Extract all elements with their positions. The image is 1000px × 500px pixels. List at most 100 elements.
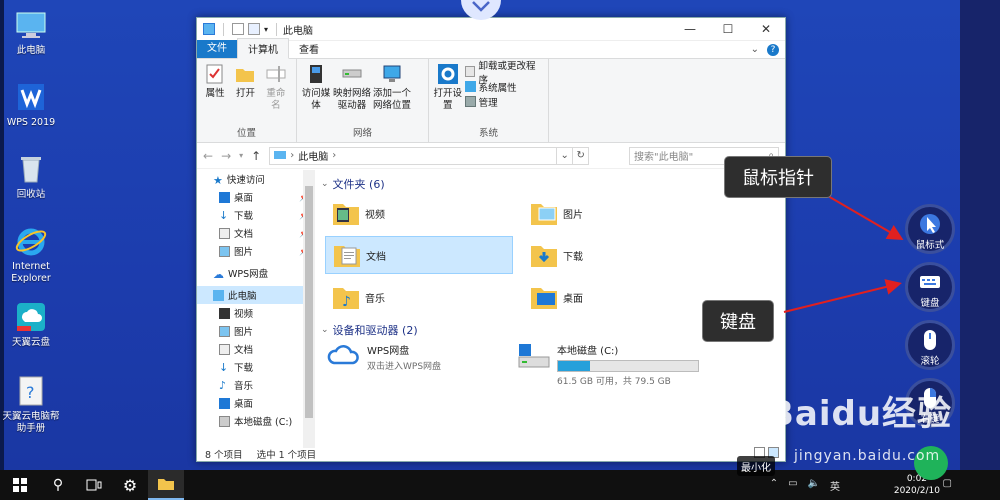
folder-documents[interactable]: 文档 xyxy=(325,236,513,274)
manage-icon xyxy=(464,96,476,107)
help-icon[interactable]: ? xyxy=(767,44,779,56)
ribbon-collapse-icon[interactable]: ⌄ xyxy=(751,44,759,56)
desktop-icon-ie[interactable]: Internet Explorer xyxy=(2,224,60,285)
map-network-drive-label: 映射网络驱动器 xyxy=(333,88,372,111)
maximize-button[interactable]: ☐ xyxy=(709,18,747,40)
refresh-icon[interactable]: ↻ xyxy=(572,147,588,164)
nav-item-pictures[interactable]: 图片📌 xyxy=(197,242,313,260)
folder-downloads[interactable]: 下载 xyxy=(523,236,711,274)
tab-file[interactable]: 文件 xyxy=(197,40,237,58)
nav-item-desktop[interactable]: 桌面📌 xyxy=(197,188,313,206)
ribbon-group-system: 打开设置 卸载或更改程序 系统属性 管理 系统 xyxy=(429,59,549,142)
explorer-window: ▾ 此电脑 — ☐ ✕ 文件 计算机 查看 ⌄ ? 属性 打开 重命名 位置 访… xyxy=(196,17,786,462)
desktop-icon-label: WPS 2019 xyxy=(6,117,56,128)
minimize-overlay-button[interactable]: 最小化 xyxy=(737,456,775,476)
back-arrow-icon[interactable]: ← xyxy=(203,149,213,163)
tab-view[interactable]: 查看 xyxy=(289,39,329,58)
rename-icon xyxy=(265,63,287,85)
breadcrumb-this-pc[interactable]: 此电脑 xyxy=(298,148,328,163)
address-dropdown-icon[interactable]: ⌄ xyxy=(556,147,572,164)
nav-pc-documents[interactable]: 文档 xyxy=(197,340,313,358)
download-icon: ↓ xyxy=(219,208,229,222)
nav-wps-drive[interactable]: ☁ WPS网盘 xyxy=(197,264,313,282)
uninstall-icon xyxy=(464,66,476,77)
search-taskbar-button[interactable]: ⚲ xyxy=(40,470,76,500)
folder-pictures[interactable]: 图片 xyxy=(523,194,711,232)
folder-desktop[interactable]: 桌面 xyxy=(523,278,711,316)
nav-item-documents[interactable]: 文档📌 xyxy=(197,224,313,242)
system-properties-label: 系统属性 xyxy=(478,82,517,94)
nav-label: 图片 xyxy=(234,247,254,258)
folder-music[interactable]: ♪ 音乐 xyxy=(325,278,513,316)
clock-date: 2020/2/10 xyxy=(893,486,940,496)
system-properties-icon xyxy=(464,81,476,92)
pictures-folder-icon xyxy=(529,198,559,228)
nav-label: 音乐 xyxy=(234,381,254,392)
chevron-up-icon[interactable]: ⌃ xyxy=(770,478,778,493)
task-view-button[interactable] xyxy=(76,470,112,500)
nav-scrollbar[interactable] xyxy=(303,170,315,448)
keyboard-label: 键盘 xyxy=(920,298,940,309)
keyboard-button[interactable]: 键盘 xyxy=(905,262,955,312)
desktop-icon-label: 天翼云电脑帮助手册 xyxy=(2,411,60,434)
nav-pc-pictures[interactable]: 图片 xyxy=(197,322,313,340)
start-button[interactable] xyxy=(0,470,40,500)
properties-quick-icon[interactable] xyxy=(232,23,244,35)
desktop-icon-label: 天翼云盘 xyxy=(11,337,50,348)
desktop-icon-this-pc[interactable]: 此电脑 xyxy=(2,8,60,57)
desktop-icon-help-manual[interactable]: ? 天翼云电脑帮助手册 xyxy=(2,374,60,435)
nav-pc-local-disk[interactable]: 本地磁盘 (C:) xyxy=(197,412,313,430)
forward-arrow-icon[interactable]: → xyxy=(221,149,231,163)
uninstall-program-button[interactable]: 卸载或更改程序 xyxy=(464,61,544,86)
desktop-icon-tianyi-cloud[interactable]: 天翼云盘 xyxy=(2,300,60,349)
devices-section-header[interactable]: ⌄ 设备和驱动器 (2) xyxy=(321,322,418,338)
folder-videos[interactable]: 视频 xyxy=(325,194,513,232)
folder-label: 桌面 xyxy=(563,293,583,305)
folder-label: 下载 xyxy=(563,251,583,263)
manage-button[interactable]: 管理 xyxy=(464,95,544,109)
svg-text:?: ? xyxy=(26,383,35,402)
drive-name: WPS网盘 xyxy=(367,346,410,357)
recent-dropdown-icon[interactable]: ▾ xyxy=(239,151,243,160)
mouse-mode-button[interactable]: 鼠标式 xyxy=(905,204,955,254)
ime-indicator[interactable]: 英 xyxy=(830,478,840,493)
nav-label: 本地磁盘 (C:) xyxy=(234,417,293,428)
desktop-icon-wps[interactable]: WPS 2019 xyxy=(2,80,60,129)
address-field[interactable]: › 此电脑 › ⌄ ↻ xyxy=(269,146,590,165)
desktop-icon-recycle-bin[interactable]: 回收站 xyxy=(2,152,60,201)
nav-pc-music[interactable]: ♪ 音乐 xyxy=(197,376,313,394)
callout-mouse-pointer: 鼠标指针 xyxy=(724,156,832,198)
drive-name: 本地磁盘 (C:) xyxy=(557,346,619,357)
nav-label: 图片 xyxy=(234,327,254,338)
scrollbar-thumb[interactable] xyxy=(305,186,313,418)
up-arrow-icon[interactable]: ↑ xyxy=(251,149,261,163)
drive-local-c[interactable]: 本地磁盘 (C:) 61.5 GB 可用，共 79.5 GB xyxy=(517,342,699,387)
volume-icon[interactable]: 🔈 xyxy=(808,478,820,493)
help-file-icon: ? xyxy=(14,374,48,408)
folders-section-header[interactable]: ⌄ 文件夹 (6) xyxy=(321,176,385,192)
tab-computer[interactable]: 计算机 xyxy=(237,38,289,59)
address-bar-row: ← → ▾ ↑ › 此电脑 › ⌄ ↻ 搜索"此电脑"⌕ xyxy=(197,143,785,169)
pictures-icon xyxy=(219,325,230,337)
window-title: 此电脑 xyxy=(283,25,314,37)
watermark-url: jingyan.baidu.com xyxy=(794,448,941,464)
new-folder-quick-icon[interactable] xyxy=(248,23,260,35)
nav-pc-videos[interactable]: 视频 xyxy=(197,304,313,322)
nav-pc-downloads[interactable]: ↓ 下载 xyxy=(197,358,313,376)
network-icon[interactable]: ▭ xyxy=(788,478,797,493)
minimize-button[interactable]: — xyxy=(671,18,709,40)
drive-wps[interactable]: WPS网盘 双击进入WPS网盘 xyxy=(327,342,441,372)
downloads-folder-icon xyxy=(529,240,559,270)
nav-item-downloads[interactable]: ↓下载📌 xyxy=(197,206,313,224)
nav-this-pc[interactable]: 此电脑 xyxy=(197,286,313,304)
nav-quick-access[interactable]: ★ 快速访问 xyxy=(197,170,313,188)
rename-label: 重命名 xyxy=(266,88,286,111)
file-explorer-icon xyxy=(158,479,174,490)
quick-access-dropdown-icon[interactable]: ▾ xyxy=(264,25,268,34)
file-explorer-taskbar-button[interactable] xyxy=(148,470,184,500)
scroll-wheel-button[interactable]: 滚轮 xyxy=(905,320,955,370)
settings-taskbar-button[interactable]: ⚙ xyxy=(112,470,148,500)
nav-pc-desktop[interactable]: 桌面 xyxy=(197,394,313,412)
close-button[interactable]: ✕ xyxy=(747,18,785,40)
notification-icon[interactable]: ▢ xyxy=(943,478,952,489)
